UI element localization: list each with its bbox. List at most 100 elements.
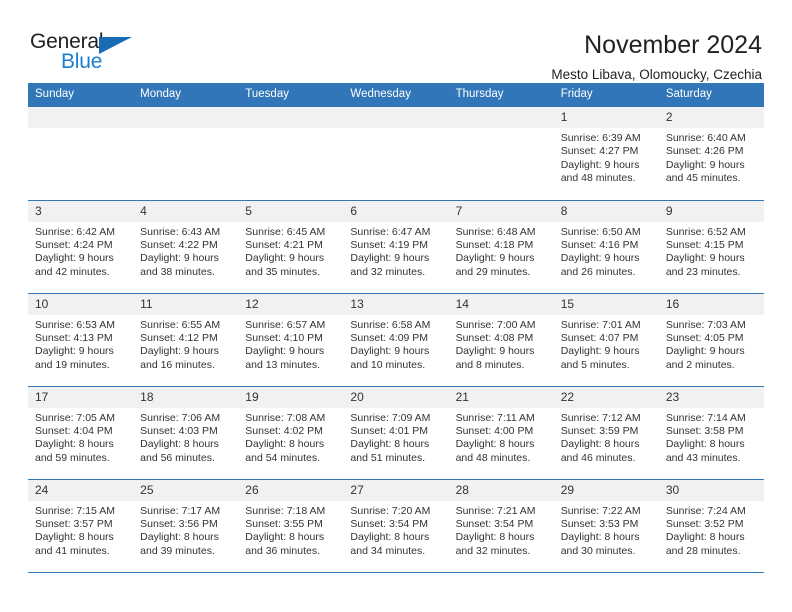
sunrise-time: Sunrise: 7:18 AM (245, 504, 326, 517)
weekday-header-row: Sunday Monday Tuesday Wednesday Thursday… (28, 83, 764, 107)
calendar-day-cell[interactable]: 8 Sunrise: 6:50 AM Sunset: 4:16 PM Daylight… (553, 199, 659, 293)
calendar-day-cell[interactable]: 10 Sunrise: 6:53 AM Sunset: 4:13 PM Dayligh… (28, 292, 134, 386)
sunset-time: Sunset: 3:54 PM (455, 517, 534, 530)
generalblue-logo[interactable]: General Blue (30, 30, 150, 78)
daylight-duration-line1: Daylight: 8 hours (35, 531, 114, 544)
sunrise-time: Sunrise: 6:55 AM (140, 318, 221, 331)
day-details: Sunrise: 7:06 AM Sunset: 4:03 PM Daylight:… (133, 408, 238, 466)
calendar-day-cell[interactable]: 13 Sunrise: 6:58 AM Sunset: 4:09 PM Dayligh… (343, 292, 449, 386)
daylight-duration-line1: Daylight: 9 hours (245, 345, 325, 358)
sunrise-time: Sunrise: 7:12 AM (560, 411, 641, 424)
day-number: 22 (553, 386, 659, 408)
day-number: 11 (133, 293, 239, 315)
sunrise-time: Sunrise: 6:47 AM (350, 225, 431, 238)
day-details: Sunrise: 7:14 AM Sunset: 3:58 PM Daylight:… (659, 408, 764, 466)
sunrise-time: Sunrise: 7:21 AM (455, 504, 536, 517)
daylight-duration-line2: and 42 minutes. (35, 265, 110, 278)
sunrise-time: Sunrise: 6:42 AM (35, 225, 115, 238)
daylight-duration-line2: and 41 minutes. (35, 544, 110, 557)
calendar-day-cell[interactable]: 28 Sunrise: 7:21 AM Sunset: 3:54 PM Dayligh… (448, 478, 554, 573)
calendar-day-cell[interactable]: 17 Sunrise: 7:05 AM Sunset: 4:04 PM Dayligh… (28, 385, 134, 479)
sunset-time: Sunset: 3:53 PM (560, 517, 639, 530)
calendar-week-row: 17 Sunrise: 7:05 AM Sunset: 4:04 PM Dayligh… (28, 385, 764, 479)
calendar-day-cell[interactable]: 27 Sunrise: 7:20 AM Sunset: 3:54 PM Dayligh… (343, 478, 449, 573)
day-details: Sunrise: 6:57 AM Sunset: 4:10 PM Daylight:… (238, 315, 343, 373)
daylight-duration-line2: and 38 minutes. (140, 265, 215, 278)
daylight-duration-line1: Daylight: 9 hours (560, 345, 640, 358)
page-header: General Blue November 2024 Mesto Libava,… (28, 0, 764, 82)
daylight-duration-line2: and 36 minutes. (245, 544, 320, 557)
calendar-day-cell[interactable]: 21 Sunrise: 7:11 AM Sunset: 4:00 PM Dayligh… (448, 385, 554, 479)
calendar-day-cell[interactable]: 1 Sunrise: 6:39 AM Sunset: 4:27 PM Daylight… (553, 107, 659, 200)
calendar-week-row: 3 Sunrise: 6:42 AM Sunset: 4:24 PM Daylight… (28, 199, 764, 293)
weekday-header-wednesday: Wednesday (343, 83, 449, 107)
day-details: Sunrise: 6:58 AM Sunset: 4:09 PM Daylight:… (343, 315, 448, 373)
daylight-duration-line2: and 2 minutes. (665, 358, 735, 371)
daylight-duration-line1: Daylight: 9 hours (560, 252, 640, 265)
calendar-day-cell[interactable]: 11 Sunrise: 6:55 AM Sunset: 4:12 PM Dayligh… (133, 292, 239, 386)
daylight-duration-line2: and 35 minutes. (245, 265, 320, 278)
calendar-day-cell[interactable]: 5 Sunrise: 6:45 AM Sunset: 4:21 PM Daylight… (238, 199, 344, 293)
calendar-day-cell[interactable]: 26 Sunrise: 7:18 AM Sunset: 3:55 PM Dayligh… (238, 478, 344, 573)
calendar-day-cell[interactable]: 3 Sunrise: 6:42 AM Sunset: 4:24 PM Daylight… (28, 199, 134, 293)
daylight-duration-line2: and 19 minutes. (35, 358, 110, 371)
calendar-day-cell[interactable]: 9 Sunrise: 6:52 AM Sunset: 4:15 PM Daylight… (658, 199, 764, 293)
sunset-time: Sunset: 4:00 PM (455, 424, 534, 437)
calendar-day-cell[interactable]: 20 Sunrise: 7:09 AM Sunset: 4:01 PM Dayligh… (343, 385, 449, 479)
day-details: Sunrise: 6:48 AM Sunset: 4:18 PM Daylight:… (449, 222, 554, 280)
sunrise-time: Sunrise: 6:58 AM (350, 318, 431, 331)
sunrise-time: Sunrise: 7:15 AM (35, 504, 115, 517)
calendar-day-cell-empty (28, 107, 134, 200)
calendar-day-cell[interactable]: 30 Sunrise: 7:24 AM Sunset: 3:52 PM Dayligh… (658, 478, 764, 573)
calendar-day-cell[interactable]: 22 Sunrise: 7:12 AM Sunset: 3:59 PM Dayligh… (553, 385, 659, 479)
calendar-day-cell[interactable]: 25 Sunrise: 7:17 AM Sunset: 3:56 PM Dayligh… (133, 478, 239, 573)
daylight-duration-line1: Daylight: 9 hours (665, 345, 745, 358)
day-number (28, 107, 134, 128)
calendar-day-cell[interactable]: 18 Sunrise: 7:06 AM Sunset: 4:03 PM Dayligh… (133, 385, 239, 479)
sunset-time: Sunset: 4:27 PM (560, 145, 639, 158)
daylight-duration-line1: Daylight: 9 hours (455, 345, 535, 358)
sunrise-time: Sunrise: 6:50 AM (560, 225, 641, 238)
day-number: 21 (448, 386, 554, 408)
day-details: Sunrise: 6:43 AM Sunset: 4:22 PM Daylight:… (133, 222, 238, 280)
sunrise-time: Sunrise: 7:24 AM (665, 504, 746, 517)
sunset-time: Sunset: 4:21 PM (245, 238, 323, 251)
calendar-day-cell[interactable]: 24 Sunrise: 7:15 AM Sunset: 3:57 PM Dayligh… (28, 478, 134, 573)
sunset-time: Sunset: 4:05 PM (665, 331, 744, 344)
day-number: 2 (658, 107, 764, 128)
calendar-day-cell[interactable]: 2 Sunrise: 6:40 AM Sunset: 4:26 PM Daylight… (658, 107, 764, 200)
day-number: 16 (658, 293, 764, 315)
day-number: 3 (28, 200, 134, 222)
daylight-duration-line2: and 30 minutes. (560, 544, 636, 557)
daylight-duration-line1: Daylight: 8 hours (140, 438, 219, 451)
calendar-day-cell[interactable]: 23 Sunrise: 7:14 AM Sunset: 3:58 PM Dayligh… (658, 385, 764, 479)
calendar-day-cell[interactable]: 12 Sunrise: 6:57 AM Sunset: 4:10 PM Dayligh… (238, 292, 344, 386)
calendar-day-cell[interactable]: 14 Sunrise: 7:00 AM Sunset: 4:08 PM Dayligh… (448, 292, 554, 386)
sunset-time: Sunset: 4:18 PM (455, 238, 534, 251)
calendar-day-cell[interactable]: 16 Sunrise: 7:03 AM Sunset: 4:05 PM Dayligh… (658, 292, 764, 386)
logo-triangle-icon (99, 37, 132, 54)
day-number: 13 (343, 293, 449, 315)
calendar-day-cell[interactable]: 19 Sunrise: 7:08 AM Sunset: 4:02 PM Dayligh… (238, 385, 344, 479)
calendar-day-cell[interactable]: 4 Sunrise: 6:43 AM Sunset: 4:22 PM Daylight… (133, 199, 239, 293)
title-block: November 2024 Mesto Libava, Olomoucky, C… (551, 30, 764, 85)
sunrise-time: Sunrise: 7:06 AM (140, 411, 221, 424)
day-number: 8 (553, 200, 659, 222)
day-details: Sunrise: 7:12 AM Sunset: 3:59 PM Daylight:… (554, 408, 659, 466)
day-number: 7 (448, 200, 554, 222)
day-details: Sunrise: 6:47 AM Sunset: 4:19 PM Daylight:… (343, 222, 448, 280)
daylight-duration-line2: and 48 minutes. (560, 172, 636, 185)
sunset-time: Sunset: 4:26 PM (665, 145, 744, 158)
daylight-duration-line1: Daylight: 8 hours (140, 531, 219, 544)
calendar-day-cell[interactable]: 29 Sunrise: 7:22 AM Sunset: 3:53 PM Dayligh… (553, 478, 659, 573)
calendar-day-cell[interactable]: 15 Sunrise: 7:01 AM Sunset: 4:07 PM Dayligh… (553, 292, 659, 386)
sunset-time: Sunset: 3:56 PM (140, 517, 218, 530)
location-subtitle: Mesto Libava, Olomoucky, Czechia (551, 67, 762, 82)
calendar-day-cell[interactable]: 7 Sunrise: 6:48 AM Sunset: 4:18 PM Daylight… (448, 199, 554, 293)
day-number: 18 (133, 386, 239, 408)
sunset-time: Sunset: 4:09 PM (350, 331, 429, 344)
sunset-time: Sunset: 4:10 PM (245, 331, 323, 344)
daylight-duration-line2: and 54 minutes. (245, 451, 320, 464)
daylight-duration-line1: Daylight: 9 hours (350, 345, 430, 358)
calendar-day-cell[interactable]: 6 Sunrise: 6:47 AM Sunset: 4:19 PM Daylight… (343, 199, 449, 293)
